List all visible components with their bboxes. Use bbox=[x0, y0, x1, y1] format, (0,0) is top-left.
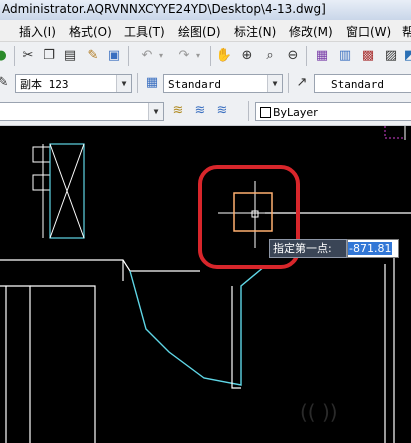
standard-toolbar: ● ✂ ❐ ▤ ✎ ▣ ↶ ▾ ↷ ▾ ✋ ⊕ ⌕ ⊖ ▦ ▥ ▩ ▨ ◩ bbox=[0, 42, 411, 71]
menu-item-window[interactable]: 窗口(W) bbox=[346, 23, 391, 40]
dynamic-input-field[interactable]: -871.81 bbox=[347, 239, 399, 258]
text-style-select[interactable]: 副本 123 ▼ bbox=[15, 74, 132, 93]
menu-item-insert[interactable]: 插入(I) bbox=[19, 23, 56, 40]
column-cap-top bbox=[32, 146, 51, 163]
layer-previous-icon[interactable]: ≋ bbox=[213, 102, 231, 120]
menu-item-modify[interactable]: 修改(M) bbox=[289, 23, 333, 40]
title-bar: Administrator.AQRVNNXCYYE24YD\Desktop\4-… bbox=[0, 0, 411, 21]
table-style-value: Standard bbox=[168, 78, 221, 91]
text-style-value: 副本 123 bbox=[20, 78, 69, 91]
window-title: Administrator.AQRVNNXCYYE24YD\Desktop\4-… bbox=[2, 2, 326, 16]
design-center-icon[interactable]: ▥ bbox=[336, 47, 354, 65]
cursor-pickbox-icon bbox=[233, 192, 273, 232]
watermark-logo: (( )) bbox=[300, 400, 338, 424]
dynamic-input-prompt: 指定第一点: bbox=[269, 239, 347, 258]
selection-window-fragment bbox=[384, 126, 406, 139]
zoom-window-icon[interactable]: ⌕ bbox=[261, 47, 279, 65]
sheet-set-icon[interactable]: ▨ bbox=[382, 47, 400, 65]
globe-icon[interactable]: ● bbox=[0, 47, 10, 65]
layer-properties-icon[interactable]: ≋ bbox=[191, 102, 209, 120]
layer-select[interactable]: ▼ bbox=[0, 102, 164, 121]
dynamic-input-value[interactable]: -871.81 bbox=[348, 242, 393, 255]
match-properties-icon[interactable]: ✎ bbox=[84, 47, 102, 65]
undo-dropdown-icon[interactable]: ▾ bbox=[152, 47, 170, 65]
color-swatch-icon bbox=[260, 107, 271, 118]
menu-bar: | 插入(I) 格式(O) 工具(T) 绘图(D) 标注(N) 修改(M) 窗口… bbox=[0, 20, 411, 42]
drawing-canvas[interactable]: (( )) bbox=[0, 126, 411, 443]
block-editor-icon[interactable]: ▣ bbox=[105, 47, 123, 65]
layers-toolbar: ▼ ≋ ≋ ≋ ByLayer bbox=[0, 97, 411, 126]
dynamic-input-prompt-text: 指定第一点: bbox=[273, 242, 332, 255]
multileader-style-value: Standard bbox=[331, 78, 384, 91]
markup-icon[interactable]: ◩ bbox=[401, 47, 411, 65]
drawing-geometry: (( )) bbox=[0, 126, 411, 443]
tool-palettes-icon[interactable]: ▩ bbox=[359, 47, 377, 65]
slab-top bbox=[0, 259, 200, 272]
menu-item-draw[interactable]: 绘图(D) bbox=[178, 23, 221, 40]
slab-bottom bbox=[30, 285, 96, 443]
properties-icon[interactable]: ▦ bbox=[313, 47, 331, 65]
zoom-realtime-icon[interactable]: ⊕ bbox=[238, 47, 256, 65]
menu-item-tools[interactable]: 工具(T) bbox=[124, 23, 165, 40]
retaining-wall bbox=[231, 286, 241, 389]
menu-item-dimension[interactable]: 标注(N) bbox=[234, 23, 276, 40]
chevron-down-icon[interactable]: ▼ bbox=[148, 103, 163, 120]
zoom-previous-icon[interactable]: ⊖ bbox=[284, 47, 302, 65]
column-cap-bottom bbox=[32, 174, 51, 191]
color-control-value: ByLayer bbox=[273, 106, 318, 119]
text-style-icon[interactable]: ✎ bbox=[0, 74, 12, 92]
color-control-select[interactable]: ByLayer bbox=[255, 102, 411, 121]
multileader-style-icon[interactable]: ↗ bbox=[293, 74, 311, 92]
chevron-down-icon[interactable]: ▼ bbox=[267, 75, 282, 92]
slope-profile bbox=[129, 265, 266, 386]
chevron-down-icon[interactable]: ▼ bbox=[116, 75, 131, 92]
table-style-select[interactable]: Standard ▼ bbox=[163, 74, 283, 93]
menu-item-format[interactable]: 格式(O) bbox=[69, 23, 112, 40]
table-style-icon[interactable]: ▦ bbox=[143, 74, 161, 92]
make-layer-current-icon[interactable]: ≋ bbox=[169, 102, 187, 120]
pan-icon[interactable]: ✋ bbox=[215, 47, 233, 65]
cut-icon[interactable]: ✂ bbox=[19, 47, 37, 65]
paste-icon[interactable]: ▤ bbox=[61, 47, 79, 65]
multileader-style-select[interactable]: Standard bbox=[314, 74, 411, 93]
menu-item-help[interactable]: 帮 bbox=[402, 23, 411, 40]
wall-left-inner bbox=[0, 285, 31, 443]
redo-dropdown-icon[interactable]: ▾ bbox=[189, 47, 207, 65]
copy-icon[interactable]: ❐ bbox=[40, 47, 58, 65]
styles-toolbar: ✎ 副本 123 ▼ ▦ Standard ▼ ↗ Standard bbox=[0, 70, 411, 98]
